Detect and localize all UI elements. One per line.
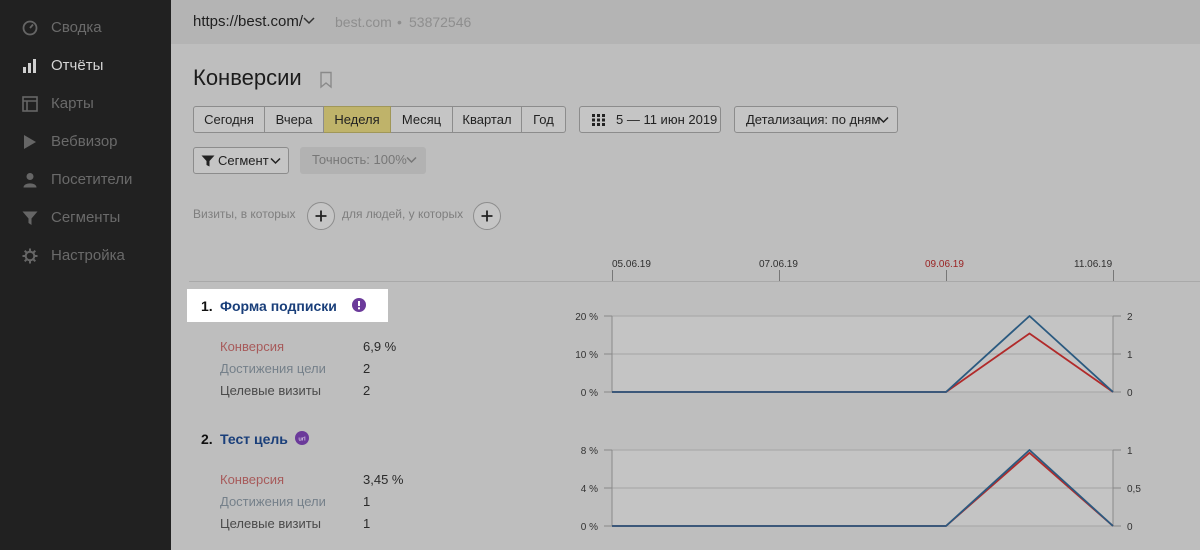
accuracy-label: Точность: 100% xyxy=(312,152,407,167)
goal-chart: 8 % 4 % 0 % 1 0,5 0 xyxy=(560,434,1160,534)
info-badge-icon[interactable] xyxy=(352,298,366,312)
svg-text:url: url xyxy=(298,436,306,442)
table-divider xyxy=(189,281,1200,282)
metric-label-visits: Целевые визиты xyxy=(220,516,322,531)
left-axis-tick-label: 10 % xyxy=(575,350,598,361)
left-axis-tick-label: 0 % xyxy=(581,388,598,399)
metric-value-visits: 2 xyxy=(363,383,371,398)
chevron-down-icon xyxy=(270,157,281,165)
sidebar-item-label: Вебвизор xyxy=(51,133,118,150)
chevron-down-icon xyxy=(878,116,889,124)
play-icon xyxy=(24,135,36,149)
date-range-label: 5 — 11 июн 2019 xyxy=(616,112,718,127)
metric-label-conversion: Конверсия xyxy=(220,339,285,354)
metric-label-visits: Целевые визиты xyxy=(220,383,322,398)
metric-value-visits: 1 xyxy=(363,516,371,531)
plus-icon xyxy=(481,210,493,222)
segment-dropdown[interactable]: Сегмент xyxy=(193,147,289,174)
sidebar-item-maps[interactable]: Карты xyxy=(0,85,171,123)
sidebar-item-webvisor[interactable]: Вебвизор xyxy=(0,123,171,161)
accuracy-dropdown[interactable]: Точность: 100% xyxy=(300,147,426,174)
right-axis-tick-label: 0 xyxy=(1127,522,1133,533)
timeline-date-label: 11.06.19 xyxy=(1074,259,1113,270)
sidebar-item-label: Сегменты xyxy=(51,209,121,226)
goal-chart: 20 % 10 % 0 % 2 1 0 xyxy=(560,300,1160,400)
url-badge-icon[interactable]: url xyxy=(295,431,309,445)
user-icon xyxy=(23,173,37,188)
goal-name-link[interactable]: Тест цель xyxy=(220,431,288,447)
metric-label-reaches: Достижения цели xyxy=(220,494,326,509)
sidebar-item-visitors[interactable]: Посетители xyxy=(0,161,171,199)
sidebar-item-label: Сводка xyxy=(51,19,102,36)
right-axis-tick-label: 0,5 xyxy=(1127,484,1141,495)
date-range-button[interactable]: 5 — 11 июн 2019 xyxy=(579,106,721,133)
period-yesterday-button[interactable]: Вчера xyxy=(265,106,324,133)
detail-dropdown[interactable]: Детализация: по дням xyxy=(734,106,898,133)
goal-name-link[interactable]: Форма подписки xyxy=(220,298,337,314)
map-icon xyxy=(22,96,38,112)
funnel-icon xyxy=(22,211,38,225)
metric-value-reaches: 2 xyxy=(363,361,371,376)
sidebar-item-label: Карты xyxy=(51,95,94,112)
add-people-condition-button[interactable] xyxy=(473,202,501,230)
goal-number: 1. xyxy=(201,298,213,314)
gear-icon xyxy=(22,248,38,264)
funnel-icon xyxy=(201,155,215,167)
counter-id: 53872546 xyxy=(409,14,472,30)
period-selector: Сегодня Вчера Неделя Месяц Квартал Год xyxy=(193,106,566,133)
left-axis-tick-label: 8 % xyxy=(581,446,598,457)
metric-value-reaches: 1 xyxy=(363,494,371,509)
people-filter-label: для людей, у которых xyxy=(342,207,464,221)
chevron-down-icon xyxy=(406,156,417,164)
line-chart: 20 % 10 % 0 % 2 1 0 xyxy=(575,312,1133,399)
plus-icon xyxy=(315,210,327,222)
page-title: Конверсии xyxy=(193,65,302,90)
sidebar-item-label: Посетители xyxy=(51,171,133,188)
timeline-date-label: 07.06.19 xyxy=(759,259,798,270)
right-axis-tick-label: 0 xyxy=(1127,388,1133,399)
bar-chart-icon xyxy=(23,59,36,73)
left-axis-tick-label: 4 % xyxy=(581,484,598,495)
right-axis-tick-label: 2 xyxy=(1127,312,1133,323)
period-today-button[interactable]: Сегодня xyxy=(193,106,265,133)
period-month-button[interactable]: Месяц xyxy=(391,106,453,133)
calendar-icon xyxy=(592,114,605,126)
dashboard-icon xyxy=(22,20,38,36)
period-year-button[interactable]: Год xyxy=(522,106,566,133)
metric-label-conversion: Конверсия xyxy=(220,472,285,487)
right-axis-tick-label: 1 xyxy=(1127,446,1133,457)
sidebar-item-summary[interactable]: Сводка xyxy=(0,9,171,47)
bookmark-icon[interactable] xyxy=(319,71,333,89)
left-axis-tick-label: 20 % xyxy=(575,312,598,323)
metric-value-conversion: 3,45 % xyxy=(363,472,404,487)
sidebar-item-reports[interactable]: Отчёты xyxy=(0,47,171,85)
sidebar-item-label: Настройка xyxy=(51,247,125,264)
left-axis-tick-label: 0 % xyxy=(581,522,598,533)
sidebar-item-label: Отчёты xyxy=(51,57,104,74)
segment-label: Сегмент xyxy=(218,153,269,168)
metric-value-conversion: 6,9 % xyxy=(363,339,397,354)
period-quarter-button[interactable]: Квартал xyxy=(453,106,522,133)
metric-label-reaches: Достижения цели xyxy=(220,361,326,376)
line-chart: 8 % 4 % 0 % 1 0,5 0 xyxy=(581,446,1142,533)
site-name: best.com xyxy=(335,14,392,30)
timeline-date-label: 09.06.19 xyxy=(925,259,964,270)
site-selector[interactable]: https://best.com/ xyxy=(193,13,303,30)
detail-label: Детализация: по дням xyxy=(746,112,881,127)
visits-filter-label: Визиты, в которых xyxy=(193,207,296,221)
counter-bar: https://best.com/ best.com • 53872546 xyxy=(171,0,1200,44)
period-week-button[interactable]: Неделя xyxy=(324,106,391,133)
right-axis-tick-label: 1 xyxy=(1127,350,1133,361)
sidebar-item-segments[interactable]: Сегменты xyxy=(0,199,171,237)
add-visit-condition-button[interactable] xyxy=(307,202,335,230)
goal-number: 2. xyxy=(201,431,213,447)
timeline-date-label: 05.06.19 xyxy=(612,259,651,270)
separator-dot: • xyxy=(397,14,402,30)
chevron-down-icon[interactable] xyxy=(302,15,316,27)
